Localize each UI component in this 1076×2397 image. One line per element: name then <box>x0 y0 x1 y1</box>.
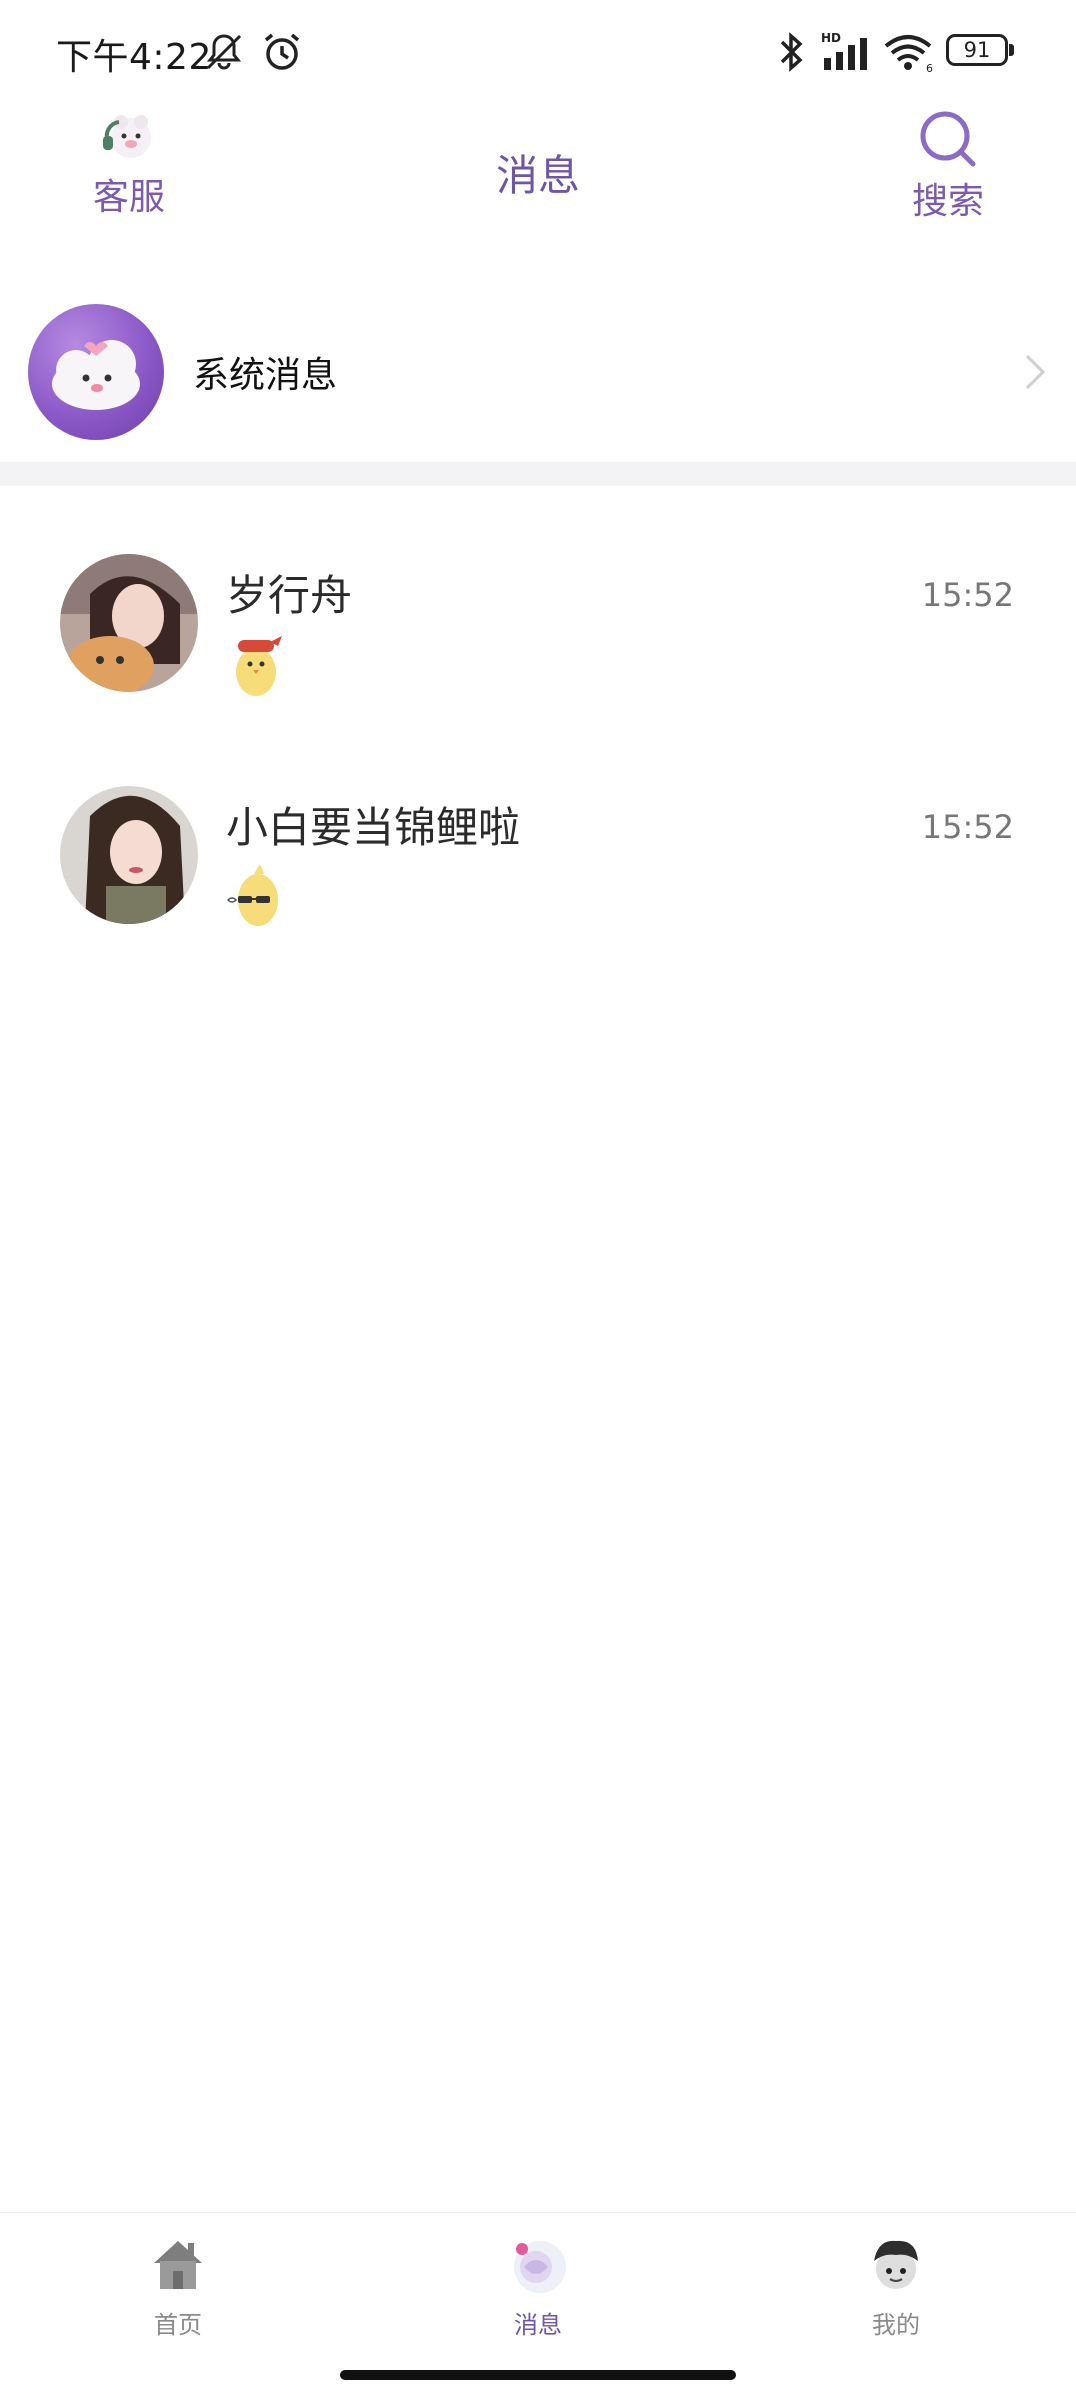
tab-profile-label: 我的 <box>872 2311 920 2339</box>
tab-home-label: 首页 <box>154 2311 202 2339</box>
search-icon <box>920 111 976 167</box>
wifi-icon: 6 <box>884 35 933 74</box>
chat-name: 岁行舟 <box>226 571 353 620</box>
battery-level: 91 <box>963 38 991 62</box>
avatar-photo <box>60 786 198 924</box>
tab-messages-label: 消息 <box>514 2311 562 2339</box>
system-message-label: 系统消息 <box>193 355 338 396</box>
tab-profile[interactable]: 我的 <box>806 2233 986 2340</box>
search-button[interactable]: 搜索 <box>900 108 996 224</box>
chat-item[interactable]: 小白要当锦鲤啦 15:52 <box>0 742 1076 962</box>
section-divider <box>0 462 1076 486</box>
network-label: HD <box>821 31 841 45</box>
chat-name: 小白要当锦鲤啦 <box>226 803 521 852</box>
avatar <box>60 554 198 692</box>
avatar-photo <box>60 554 198 692</box>
tab-messages[interactable]: 消息 <box>448 2233 628 2340</box>
chevron-right-icon <box>1025 354 1046 390</box>
alarm-icon <box>264 33 300 70</box>
house-icon <box>154 2241 202 2289</box>
search-label: 搜索 <box>911 181 984 222</box>
system-message-avatar <box>28 304 164 440</box>
status-bar: 下午4:22 HD 6 91 <box>0 0 1076 100</box>
bluetooth-icon <box>780 32 803 72</box>
battery-icon: 91 <box>946 34 1014 66</box>
mute-bell-icon <box>206 34 242 70</box>
message-bubble-icon <box>514 2241 566 2293</box>
system-message-row[interactable]: 系统消息 <box>0 290 1076 458</box>
chick-sticker-icon <box>226 864 278 926</box>
chat-item[interactable]: 岁行舟 15:52 <box>0 510 1076 730</box>
status-time: 下午4:22 <box>56 37 212 78</box>
chat-time: 15:52 <box>921 576 1014 614</box>
signal-icon: HD <box>821 31 867 70</box>
cloud-mascot-icon <box>52 340 140 410</box>
tab-home[interactable]: 首页 <box>88 2233 268 2340</box>
top-header: 客服 消息 搜索 <box>0 100 1076 250</box>
home-indicator[interactable] <box>340 2370 736 2380</box>
profile-avatar-icon <box>874 2240 918 2289</box>
chick-sticker-icon <box>236 636 282 696</box>
chat-time: 15:52 <box>921 808 1014 846</box>
wifi-label: 6 <box>926 62 933 74</box>
avatar <box>60 786 198 924</box>
